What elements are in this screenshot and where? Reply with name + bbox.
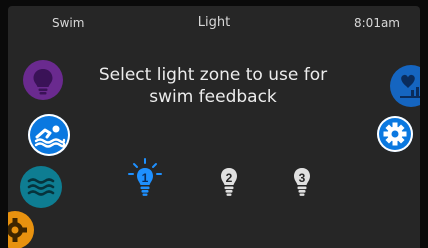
light-zone-3-button[interactable]: 3	[283, 156, 321, 204]
screen-frame: Swim Light 8:01am Select light zone to u…	[8, 6, 420, 248]
clock: 8:01am	[354, 16, 400, 30]
lightbulb-icon	[33, 69, 53, 95]
zone-3-label: 3	[299, 171, 306, 185]
gear-icon	[383, 122, 407, 146]
lightbulb-icon: 1	[128, 158, 162, 196]
swim-nav-button[interactable]	[28, 114, 70, 156]
gear-icon	[8, 218, 27, 242]
light-nav-button[interactable]	[23, 60, 63, 100]
swimmer-icon	[34, 125, 66, 148]
stats-nav-button[interactable]	[390, 65, 420, 107]
chart-heart-icon	[400, 74, 420, 98]
zone-2-label: 2	[226, 171, 233, 185]
water-nav-button[interactable]	[20, 166, 62, 208]
light-zone-2-button[interactable]: 2	[210, 156, 248, 204]
lightbulb-icon: 3	[294, 168, 310, 196]
water-waves-icon	[27, 178, 55, 196]
settings-gear-button[interactable]	[377, 116, 413, 152]
header-bar: Swim Light 8:01am	[8, 6, 420, 38]
light-zone-1-button[interactable]: 1	[126, 156, 164, 204]
lightbulb-icon: 2	[221, 168, 237, 196]
settings-nav-button[interactable]	[8, 211, 34, 248]
instruction-message: Select light zone to use for swim feedba…	[98, 65, 328, 107]
zone-1-label: 1	[142, 171, 149, 185]
